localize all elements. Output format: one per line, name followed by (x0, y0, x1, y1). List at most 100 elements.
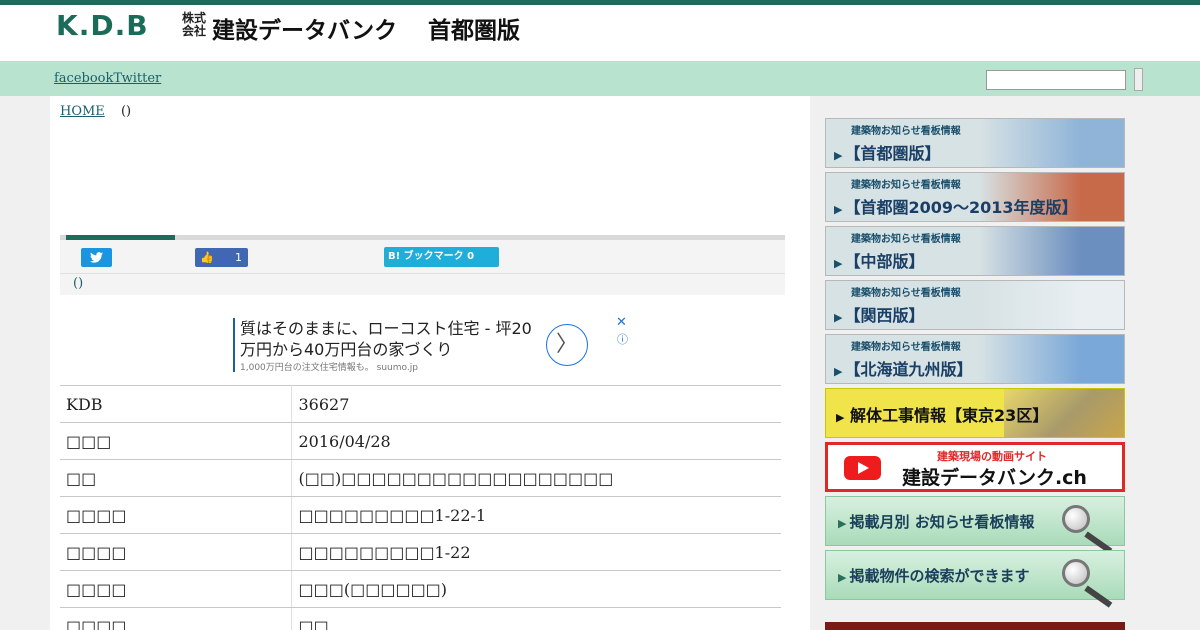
breadcrumb-current: () (120, 104, 132, 119)
table-row: □□□□ □□□□□□□□□1-22 (60, 533, 781, 571)
banner-big-text: ▶ 【首都圏2009〜2013年度版】 (834, 194, 1078, 218)
company-name[interactable]: 建設データバンク (212, 11, 397, 45)
ad-subtext: 1,000万円台の注文住宅情報も。 suumo.jp (240, 363, 418, 373)
main-content: HOME () 👍 1 B! ブックマーク 0 () 質はそのままに、ローコスト… (50, 96, 810, 630)
banner-kansai[interactable]: 建築物お知らせ看板情報 ▶ 【関西版】 (825, 280, 1125, 330)
banner-big-text: 建設データバンク.ch (902, 467, 1087, 489)
property-info-table: KDB 36627 □□□ 2016/04/28 □□ (□□)□□□□□□□□□□□… (60, 385, 781, 630)
banner-big-text: ▶ 掲載物件の検索ができます (838, 565, 1029, 586)
triangle-icon: ▶ (838, 517, 847, 530)
ad-info-icon[interactable]: ⓘ (617, 331, 628, 347)
row-label: □□ (60, 459, 292, 497)
row-label: □□□□ (60, 496, 292, 534)
ad-arrow-button[interactable]: 〉 (546, 324, 588, 366)
table-row: □□□□ □□ (60, 607, 781, 630)
banner-photo (979, 227, 1124, 275)
banner-photo (979, 119, 1124, 167)
banner-property-search[interactable]: ▶ 掲載物件の検索ができます (825, 550, 1125, 608)
triangle-icon: ▶ (838, 571, 847, 584)
thumbs-up-icon: 👍 (200, 251, 214, 264)
row-value: □□□(□□□□□□) (291, 570, 781, 608)
banner-demolition[interactable]: ▶ 解体工事情報【東京23区】 (825, 388, 1125, 438)
ad-headline[interactable]: 質はそのままに、ローコスト住宅 - 坪20万円から40万円台の家づくり (240, 318, 540, 360)
magnifier-icon (1062, 559, 1090, 587)
banner-big-text: ▶ 【中部版】 (834, 248, 924, 272)
banner-small-text: 建築物お知らせ看板情報 (851, 288, 961, 299)
twitter-link[interactable]: Twitter (113, 71, 161, 86)
facebook-like-count: 1 (235, 251, 242, 264)
banner-title: 【首都圏版】 (844, 144, 941, 163)
triangle-icon: ▶ (836, 411, 845, 424)
hatena-bookmark-button[interactable]: B! ブックマーク 0 (384, 247, 499, 267)
table-row: □□□ 2016/04/28 (60, 422, 781, 460)
banner-photo (979, 281, 1124, 329)
row-value: 36627 (291, 385, 781, 423)
banner-monthly-search[interactable]: ▶ 掲載月別 お知らせ看板情報 (825, 496, 1125, 554)
triangle-icon: ▶ (834, 365, 843, 378)
breadcrumb: HOME () (60, 104, 131, 119)
table-row: □□ (□□)□□□□□□□□□□□□□□□□□□ (60, 459, 781, 497)
magnifier-icon (1062, 505, 1090, 533)
banner-small-text: 建築物お知らせ看板情報 (851, 342, 961, 353)
twitter-bird-icon (90, 252, 103, 263)
sidebar-bottom-banner[interactable] (825, 622, 1125, 630)
facebook-link[interactable]: facebook (54, 71, 113, 86)
share-bar: 👍 1 B! ブックマーク 0 (60, 235, 785, 273)
row-value: □□□□□□□□□1-22-1 (291, 496, 781, 534)
search-input[interactable] (986, 70, 1126, 90)
nav-bar: facebookTwitter (0, 61, 1200, 96)
banner-hokkaido-kyushu[interactable]: 建築物お知らせ看板情報 ▶ 【北海道九州版】 (825, 334, 1125, 384)
banner-small-text: 建築物お知らせ看板情報 (851, 126, 961, 137)
row-label: □□□□ (60, 570, 292, 608)
banner-big-text: ▶ 掲載月別 お知らせ看板情報 (838, 511, 1034, 532)
banner-title: 解体工事情報【東京23区】 (850, 406, 1049, 425)
banner-title: 掲載物件の検索ができます (849, 567, 1030, 585)
row-value: □□□□□□□□□1-22 (291, 533, 781, 571)
social-links: facebookTwitter (54, 71, 161, 86)
banner-big-text: ▶ 【北海道九州版】 (834, 356, 972, 380)
banner-video-channel[interactable]: 建築現場の動画サイト 建設データバンク.ch (825, 442, 1125, 492)
site-header: K.D.B 株式会社 建設データバンク 首都圏版 (0, 5, 1200, 61)
row-value: 2016/04/28 (291, 422, 781, 460)
ad-close-icon[interactable]: ✕ (616, 315, 627, 330)
banner-shutoken-2009-2013[interactable]: 建築物お知らせ看板情報 ▶ 【首都圏2009〜2013年度版】 (825, 172, 1125, 222)
triangle-icon: ▶ (834, 203, 843, 216)
triangle-icon: ▶ (834, 149, 843, 162)
banner-title: 【首都圏2009〜2013年度版】 (844, 198, 1078, 217)
banner-title: 掲載月別 お知らせ看板情報 (849, 513, 1035, 531)
share-bar-accent (66, 235, 175, 240)
row-label: □□□□ (60, 533, 292, 571)
banner-small-text: 建築現場の動画サイト (937, 450, 1047, 463)
edition-label: 首都圏版 (428, 18, 520, 44)
banner-small-text: 建築物お知らせ看板情報 (851, 180, 961, 191)
ad-accent-bar (233, 318, 235, 372)
breadcrumb-home-link[interactable]: HOME (60, 104, 105, 119)
banner-title: 【関西版】 (844, 306, 925, 325)
row-label: □□□□ (60, 607, 292, 630)
sub-title-bar: () (60, 273, 785, 295)
row-value: □□ (291, 607, 781, 630)
table-row: KDB 36627 (60, 385, 781, 423)
banner-small-text: 建築物お知らせ看板情報 (851, 234, 961, 245)
row-label: KDB (60, 385, 292, 423)
sub-title: () (73, 276, 84, 291)
banner-big-text: ▶ 【首都圏版】 (834, 140, 940, 164)
banner-photo (979, 335, 1124, 383)
youtube-play-icon (844, 456, 881, 480)
banner-title: 【中部版】 (844, 252, 925, 271)
row-value: (□□)□□□□□□□□□□□□□□□□□□ (291, 459, 781, 497)
table-row: □□□□ □□□□□□□□□1-22-1 (60, 496, 781, 534)
facebook-like-button[interactable]: 👍 1 (195, 248, 248, 267)
banner-chubu[interactable]: 建築物お知らせ看板情報 ▶ 【中部版】 (825, 226, 1125, 276)
triangle-icon: ▶ (834, 311, 843, 324)
company-type: 株式会社 (182, 11, 207, 38)
ad-banner[interactable]: 質はそのままに、ローコスト住宅 - 坪20万円から40万円台の家づくり 1,00… (233, 315, 633, 374)
banner-shutoken[interactable]: 建築物お知らせ看板情報 ▶ 【首都圏版】 (825, 118, 1125, 168)
banner-big-text: ▶ 【関西版】 (834, 302, 924, 326)
banner-big-text: ▶ 解体工事情報【東京23区】 (836, 402, 1048, 426)
kdb-logo[interactable]: K.D.B (56, 9, 149, 42)
row-label: □□□ (60, 422, 292, 460)
magnifier-handle (1084, 585, 1113, 608)
twitter-share-button[interactable] (81, 248, 112, 267)
search-button[interactable] (1134, 68, 1143, 91)
